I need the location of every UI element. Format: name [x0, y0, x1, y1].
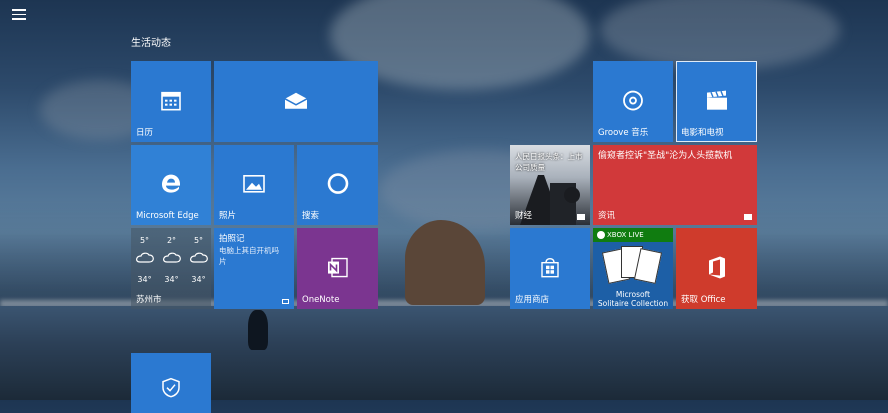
edge-icon — [162, 174, 181, 193]
runner-silhouette — [248, 310, 268, 350]
group-title: 生活动态 — [131, 38, 171, 49]
tile-camera-news[interactable]: 拍照记 电脑上其自开机吗 片 — [214, 228, 294, 309]
cloud-rain-icon — [189, 252, 208, 263]
tile-security[interactable] — [131, 353, 211, 413]
onenote-icon — [327, 257, 348, 277]
tile-solitaire[interactable]: XBOX LIVE Microsoft Solitaire Collection — [593, 228, 673, 309]
office-icon — [708, 256, 725, 279]
tile-label: Microsoft Edge — [136, 211, 199, 221]
tile-label: Groove 音乐 — [598, 128, 649, 138]
tile-label: 资讯 — [598, 211, 616, 221]
weather-day: 5° 34° — [186, 236, 212, 284]
tile-label: OneNote — [302, 295, 340, 305]
tile-finance[interactable]: 人民日报头条：上市公司质量 财经 — [510, 145, 590, 225]
tile-news[interactable]: 偷窥者控诉"圣战"沦为人头揽款机 资讯 — [593, 145, 757, 225]
tile-label: 应用商店 — [515, 295, 550, 305]
weather-temp-high: 5° — [193, 236, 204, 245]
clapperboard-icon — [706, 90, 727, 110]
playing-cards-image — [601, 246, 663, 286]
tile-label: 日历 — [136, 128, 154, 138]
tile-label: Microsoft — [615, 290, 651, 299]
tile-label: 财经 — [515, 211, 533, 221]
tile-news-headline: 偷窥者控诉"圣战"沦为人头揽款机 — [598, 151, 733, 161]
tile-edge[interactable]: Microsoft Edge — [131, 145, 211, 225]
tile-label: 照片 — [219, 211, 237, 221]
tile-groove[interactable]: Groove 音乐 — [593, 61, 673, 142]
weather-day: 2° 34° — [159, 236, 185, 284]
cortana-icon — [327, 173, 348, 194]
tile-news-headline: 人民日报头条：上市公司质量 — [515, 152, 583, 172]
tile-mail[interactable] — [214, 61, 378, 142]
weather-temp-low: 34° — [137, 275, 152, 284]
shield-icon — [162, 377, 180, 398]
tile-label: 电影和电视 — [681, 128, 724, 138]
xbox-live-badge: XBOX LIVE — [607, 231, 644, 239]
xbox-live-bar: XBOX LIVE — [593, 228, 673, 242]
tile-label: Solitaire Collection — [597, 299, 669, 308]
weather-temp-high: 5° — [139, 236, 150, 245]
tile-news-title: 拍照记 — [219, 234, 245, 244]
tile-movies[interactable]: 电影和电视 — [676, 61, 757, 142]
mail-icon — [284, 92, 308, 109]
weather-city: 苏州市 — [136, 295, 162, 305]
tile-label: 获取 Office — [681, 295, 726, 305]
cloud-rain-icon — [135, 252, 154, 263]
groove-music-icon — [623, 90, 643, 110]
xbox-icon — [597, 231, 605, 239]
tile-label: 搜索 — [302, 211, 320, 221]
tile-search[interactable]: 搜索 — [297, 145, 378, 225]
tile-store[interactable]: 应用商店 — [510, 228, 590, 309]
tile-office[interactable]: 获取 Office — [676, 228, 757, 309]
cloud-rain-icon — [162, 252, 181, 263]
tile-calendar[interactable]: 日历 — [131, 61, 211, 142]
photos-icon — [243, 175, 265, 193]
news-badge-icon — [577, 214, 585, 220]
tile-news-text: 拍照记 电脑上其自开机吗 片 — [219, 234, 290, 267]
weather-temp-low: 34° — [164, 275, 179, 284]
news-badge-icon — [282, 299, 289, 304]
menu-hamburger-icon[interactable] — [12, 9, 26, 23]
tile-photos[interactable]: 照片 — [214, 145, 294, 225]
weather-temp-high: 2° — [166, 236, 177, 245]
tile-news-subtitle: 电脑上其自开机吗 — [219, 246, 279, 255]
store-bag-icon — [541, 257, 559, 277]
tile-onenote[interactable]: OneNote — [297, 228, 378, 309]
weather-day: 5° 34° — [132, 236, 158, 284]
weather-temp-low: 34° — [191, 275, 206, 284]
calendar-icon — [161, 91, 181, 110]
news-badge-icon — [744, 214, 752, 220]
tile-news-subtitle2: 片 — [219, 257, 227, 266]
tile-weather[interactable]: 5° 34° 2° 34° 5° 34° 苏州市 — [131, 228, 211, 309]
